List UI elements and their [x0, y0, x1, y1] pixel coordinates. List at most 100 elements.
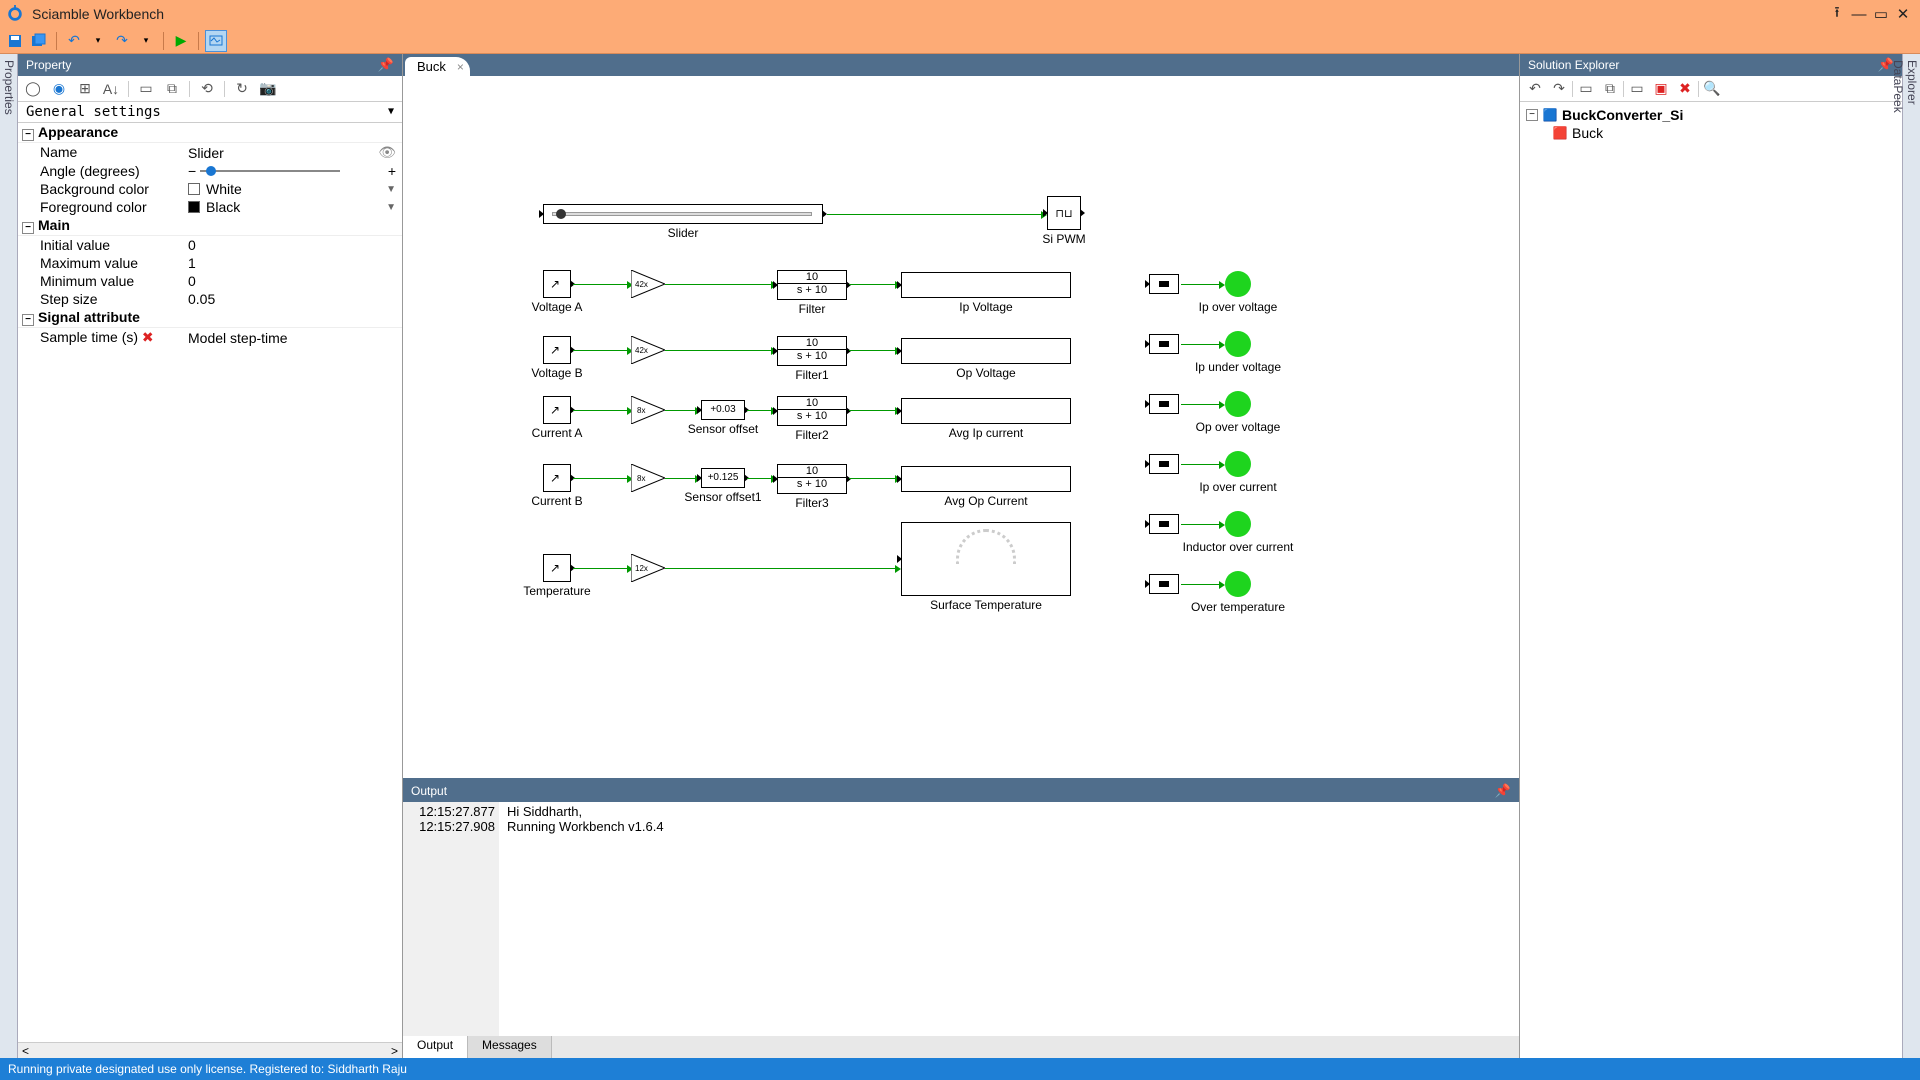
block-gain-b[interactable]: 42x	[631, 336, 665, 364]
save-icon[interactable]	[4, 30, 26, 52]
prop-step-value[interactable]: 0.05	[188, 291, 402, 307]
sol-tool-back-icon[interactable]: ↶	[1524, 78, 1546, 100]
sol-tool-newfile-icon[interactable]: ⧉	[1599, 78, 1621, 100]
prop-min-value[interactable]: 0	[188, 273, 402, 289]
block-op-voltage-display[interactable]	[901, 338, 1071, 364]
upload-icon[interactable]: ⭱	[1826, 3, 1848, 25]
maximize-button[interactable]: ▭	[1870, 3, 1892, 25]
prop-fg-value[interactable]: Black	[188, 199, 402, 215]
led-inductor-over-current[interactable]	[1225, 511, 1251, 537]
block-filter1[interactable]: 10s + 10	[777, 336, 847, 366]
sol-tool-search-icon[interactable]: 🔍	[1701, 78, 1723, 100]
block-current-a[interactable]: ↗	[543, 396, 571, 424]
sol-tool-remove-icon[interactable]: ✖	[1674, 78, 1696, 100]
side-tab-explorer[interactable]: Explorer	[1905, 60, 1919, 1044]
block-surface-temp-gauge[interactable]	[901, 522, 1071, 596]
minimize-button[interactable]: —	[1848, 3, 1870, 25]
prop-tool-1[interactable]: ◯	[22, 78, 44, 100]
undo-icon[interactable]: ↶	[63, 30, 85, 52]
block-filter[interactable]: 10s + 10	[777, 270, 847, 300]
property-combo[interactable]: General settings	[18, 102, 402, 123]
led-over-temperature[interactable]	[1225, 571, 1251, 597]
block-temperature[interactable]: ↗	[543, 554, 571, 582]
collapse-icon[interactable]: −	[22, 314, 34, 326]
block-current-b[interactable]: ↗	[543, 464, 571, 492]
prop-angle-slider[interactable]: −+	[188, 163, 402, 179]
block-gain-cb[interactable]: 8x	[631, 464, 665, 492]
collapse-icon[interactable]: −	[22, 129, 34, 141]
eye-icon[interactable]: 👁	[378, 144, 396, 161]
block-sipwm[interactable]: ⊓⊔	[1047, 196, 1081, 230]
block-led-src-0[interactable]	[1149, 274, 1179, 294]
save-all-icon[interactable]	[28, 30, 50, 52]
block-led-src-1[interactable]	[1149, 334, 1179, 354]
led-op-over-voltage[interactable]	[1225, 391, 1251, 417]
block-led-src-4[interactable]	[1149, 514, 1179, 534]
block-led-src-5[interactable]	[1149, 574, 1179, 594]
prop-init-value[interactable]: 0	[188, 237, 402, 253]
collapse-icon[interactable]: −	[22, 222, 34, 234]
tree-model[interactable]: 🟥 Buck	[1524, 124, 1898, 142]
output-tab-messages[interactable]: Messages	[468, 1036, 552, 1058]
prop-tool-refresh-icon[interactable]: ↻	[231, 78, 253, 100]
run-button[interactable]: ▶	[170, 30, 192, 52]
prop-name-value[interactable]: Slider👁	[188, 144, 402, 161]
block-gain-temp[interactable]: 12x	[631, 554, 665, 582]
block-avg-ip-display[interactable]	[901, 398, 1071, 424]
prop-sampletime-value[interactable]: Model step-time	[188, 329, 402, 346]
collapse-icon[interactable]: −	[1526, 109, 1538, 121]
block-voltage-b[interactable]: ↗	[543, 336, 571, 364]
prop-tool-categorize-icon[interactable]: ⊞	[74, 78, 96, 100]
block-gain-a[interactable]: 42x	[631, 270, 665, 298]
model-canvas[interactable]: Slider ⊓⊔ Si PWM ↗ Voltage A 42x 10s + 1…	[403, 76, 1519, 778]
prop-tool-copy-icon[interactable]: ⧉	[161, 78, 183, 100]
led-ip-over-voltage[interactable]	[1225, 271, 1251, 297]
prop-max-value[interactable]: 1	[188, 255, 402, 271]
undo-menu-icon[interactable]: ▾	[87, 30, 109, 52]
side-tab-properties[interactable]: Properties	[2, 60, 16, 1044]
close-button[interactable]: ✕	[1892, 3, 1914, 25]
pin-icon[interactable]: 📌	[378, 57, 394, 73]
redo-icon[interactable]: ↷	[111, 30, 133, 52]
tab-buck[interactable]: Buck×	[405, 57, 470, 76]
tree-project[interactable]: − 🟦 BuckConverter_Si	[1524, 106, 1898, 124]
block-led-src-2[interactable]	[1149, 394, 1179, 414]
led-ip-under-voltage[interactable]	[1225, 331, 1251, 357]
output-tab-output[interactable]: Output	[403, 1036, 468, 1058]
pin-icon[interactable]: 📌	[1495, 783, 1511, 799]
block-ip-voltage-display[interactable]	[901, 272, 1071, 298]
sol-tool-newfolder-icon[interactable]: ▭	[1575, 78, 1597, 100]
led-ip-over-current[interactable]	[1225, 451, 1251, 477]
output-body[interactable]: 12:15:27.877 12:15:27.908 Hi Siddharth, …	[403, 802, 1519, 1036]
block-gain-ca[interactable]: 8x	[631, 396, 665, 424]
label-avg-op: Avg Op Current	[944, 494, 1027, 508]
tab-close-icon[interactable]: ×	[457, 60, 464, 74]
section-signal[interactable]: −Signal attribute	[18, 308, 402, 328]
prop-tool-page-icon[interactable]: ▭	[135, 78, 157, 100]
block-filter2[interactable]: 10s + 10	[777, 396, 847, 426]
block-avg-op-display[interactable]	[901, 466, 1071, 492]
sol-tool-add-icon[interactable]: ▭	[1626, 78, 1648, 100]
section-appearance[interactable]: −Appearance	[18, 123, 402, 143]
property-hscroll[interactable]: <>	[18, 1042, 402, 1058]
side-tab-datapeek[interactable]: DataPeek	[1891, 60, 1905, 1044]
prop-bg-value[interactable]: White	[188, 181, 402, 197]
sol-tool-fwd-icon[interactable]: ↷	[1548, 78, 1570, 100]
block-voltage-a[interactable]: ↗	[543, 270, 571, 298]
side-tab-toolbox[interactable]: ToolBox	[0, 60, 2, 1044]
block-sensor-offset[interactable]: +0.03	[701, 400, 745, 420]
block-led-src-3[interactable]	[1149, 454, 1179, 474]
redo-menu-icon[interactable]: ▾	[135, 30, 157, 52]
prop-tool-sort-icon[interactable]: A↓	[100, 78, 122, 100]
block-filter3[interactable]: 10s + 10	[777, 464, 847, 494]
prop-tool-camera-icon[interactable]: 📷	[257, 78, 279, 100]
prop-tool-link-icon[interactable]: ⟲	[196, 78, 218, 100]
label-voltage-a: Voltage A	[532, 300, 583, 314]
prop-tool-target-icon[interactable]: ◉	[48, 78, 70, 100]
section-main[interactable]: −Main	[18, 216, 402, 236]
solution-tree[interactable]: − 🟦 BuckConverter_Si 🟥 Buck	[1520, 102, 1902, 1058]
sol-tool-collapse-icon[interactable]: ▣	[1650, 78, 1672, 100]
block-slider[interactable]	[543, 204, 823, 224]
scope-mode-icon[interactable]	[205, 30, 227, 52]
block-sensor-offset1[interactable]: +0.125	[701, 468, 745, 488]
